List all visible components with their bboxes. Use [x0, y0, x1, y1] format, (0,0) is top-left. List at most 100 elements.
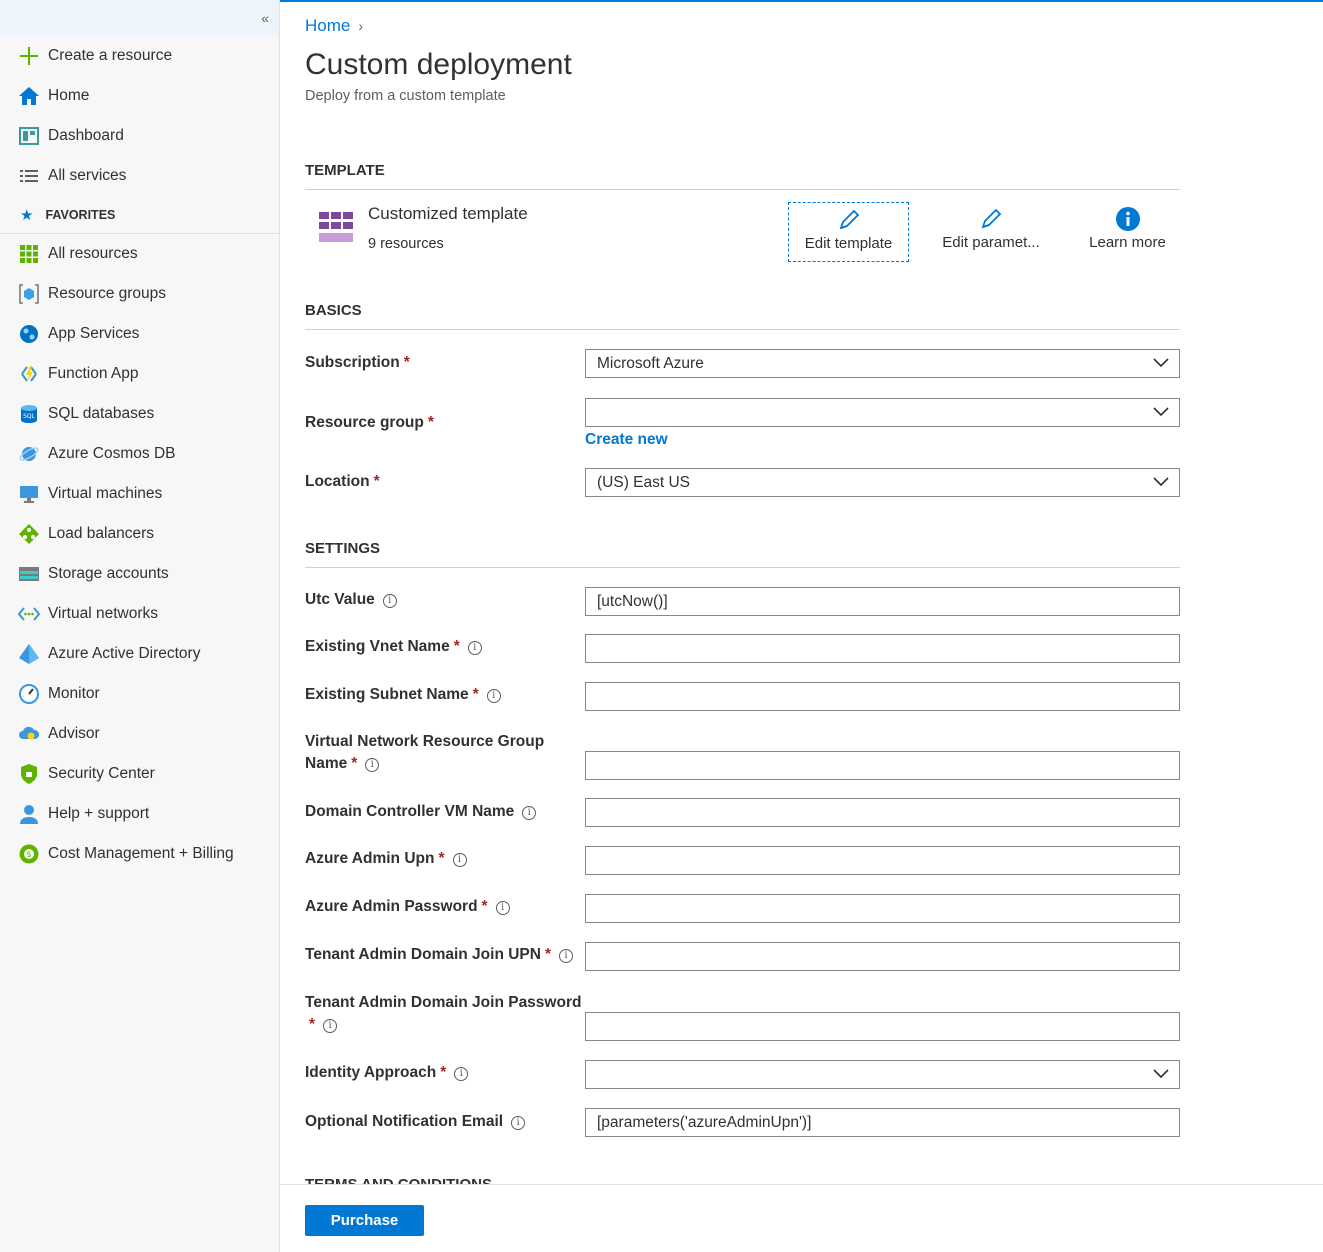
sidebar-item-virtual-networks[interactable]: Virtual networks — [0, 594, 279, 634]
sidebar-item-cosmos-db[interactable]: Azure Cosmos DB — [0, 434, 279, 474]
template-resource-count: 9 resources — [368, 236, 444, 252]
info-icon[interactable]: i — [559, 949, 573, 963]
edit-template-label: Edit template — [804, 235, 893, 252]
identity-approach-select[interactable] — [585, 1060, 1180, 1089]
footer-bar: Purchase — [280, 1184, 1323, 1252]
email-value: [parameters('azureAdminUpn')] — [597, 1114, 812, 1131]
sidebar-item-load-balancers[interactable]: Load balancers — [0, 514, 279, 554]
subscription-select[interactable]: Microsoft Azure — [585, 349, 1180, 378]
learn-more-button[interactable]: Learn more — [1070, 202, 1185, 262]
existing-subnet-name-label: Existing Subnet Name * i — [305, 684, 501, 706]
azure-admin-password-input[interactable] — [585, 894, 1180, 923]
label-text: Existing Subnet Name — [305, 686, 469, 703]
sidebar-item-app-services[interactable]: App Services — [0, 314, 279, 354]
pencil-icon — [930, 206, 1052, 234]
optional-notification-email-label: Optional Notification Email i — [305, 1111, 526, 1133]
required-asterisk: * — [427, 414, 434, 431]
list-icon — [18, 165, 40, 187]
monitor-icon — [18, 483, 40, 505]
required-asterisk: * — [481, 898, 488, 915]
shield-icon — [18, 763, 40, 785]
info-icon[interactable]: i — [382, 594, 397, 608]
sidebar-item-label: Load balancers — [48, 525, 154, 542]
sidebar-item-label: Home — [48, 87, 90, 104]
sidebar-item-label: Resource groups — [48, 285, 167, 302]
diamond-icon — [18, 523, 40, 545]
sidebar-item-label: Storage accounts — [48, 565, 169, 582]
sidebar-item-home[interactable]: Home — [0, 76, 279, 116]
tenant-admin-domain-join-upn-input[interactable] — [585, 942, 1180, 971]
pyramid-icon — [18, 643, 40, 665]
vnet-resource-group-name-label: Virtual Network Resource Group Name * i — [305, 731, 544, 775]
edit-parameters-button[interactable]: Edit paramet... — [930, 202, 1052, 262]
collapse-sidebar-icon[interactable]: « — [261, 10, 269, 26]
info-icon[interactable]: i — [454, 1067, 469, 1081]
info-icon[interactable]: i — [495, 901, 510, 915]
sidebar-item-azure-active-directory[interactable]: Azure Active Directory — [0, 634, 279, 674]
sidebar-item-security-center[interactable]: Security Center — [0, 754, 279, 794]
label-text: Utc Value — [305, 591, 375, 608]
domain-controller-vm-name-input[interactable] — [585, 798, 1180, 827]
sidebar-item-label: Monitor — [48, 685, 100, 702]
optional-notification-email-input[interactable]: [parameters('azureAdminUpn')] — [585, 1108, 1180, 1137]
existing-vnet-name-input[interactable] — [585, 634, 1180, 663]
sidebar-item-sql-databases[interactable]: SQL SQL databases — [0, 394, 279, 434]
globe-icon — [18, 323, 40, 345]
label-text: Tenant Admin Domain Join UPN — [305, 946, 541, 963]
lightning-icon — [18, 363, 40, 385]
sidebar-item-label: Security Center — [48, 765, 155, 782]
storage-icon — [18, 563, 40, 585]
chevron-down-icon — [1153, 407, 1169, 417]
info-icon[interactable]: i — [452, 853, 467, 867]
sidebar-item-all-services[interactable]: All services — [0, 156, 279, 196]
svg-text:SQL: SQL — [23, 413, 36, 420]
page-subtitle: Deploy from a custom template — [305, 88, 506, 104]
info-icon[interactable]: i — [323, 1019, 338, 1033]
sidebar-item-label: Create a resource — [48, 47, 173, 64]
terms-section-header: TERMS AND CONDITIONS — [305, 1176, 1180, 1184]
sidebar-item-dashboard[interactable]: Dashboard — [0, 116, 279, 156]
sidebar-item-help-support[interactable]: Help + support — [0, 794, 279, 834]
tenant-admin-domain-join-password-input[interactable] — [585, 1012, 1180, 1041]
favorites-header: ★ FAVORITES — [0, 196, 279, 234]
breadcrumb-home-link[interactable]: Home — [305, 16, 350, 35]
azure-admin-upn-input[interactable] — [585, 846, 1180, 875]
pencil-icon — [789, 207, 908, 235]
info-icon[interactable]: i — [522, 806, 537, 820]
purchase-button[interactable]: Purchase — [305, 1205, 424, 1236]
existing-subnet-name-input[interactable] — [585, 682, 1180, 711]
resource-group-select[interactable] — [585, 398, 1180, 427]
info-icon[interactable]: i — [486, 689, 501, 703]
sidebar-item-resource-groups[interactable]: Resource groups — [0, 274, 279, 314]
grid-icon — [18, 243, 40, 265]
sidebar-item-storage-accounts[interactable]: Storage accounts — [0, 554, 279, 594]
sidebar-item-cost-management[interactable]: $ Cost Management + Billing — [0, 834, 279, 874]
required-asterisk: * — [403, 354, 410, 371]
info-icon[interactable]: i — [467, 641, 482, 655]
required-asterisk: * — [440, 1064, 447, 1081]
vnet-resource-group-name-input[interactable] — [585, 751, 1180, 780]
svg-text:$: $ — [26, 850, 31, 859]
label-text: Azure Admin Upn — [305, 850, 435, 867]
sidebar-item-label: Help + support — [48, 805, 150, 822]
edit-parameters-label: Edit paramet... — [942, 234, 1040, 251]
resource-group-icon — [18, 283, 40, 305]
create-new-resource-group-link[interactable]: Create new — [585, 431, 668, 449]
info-icon[interactable]: i — [511, 1116, 526, 1130]
location-select[interactable]: (US) East US — [585, 468, 1180, 497]
edit-template-button[interactable]: Edit template — [788, 202, 909, 262]
utc-value-input[interactable]: [utcNow()] — [585, 587, 1180, 616]
sidebar-item-monitor[interactable]: Monitor — [0, 674, 279, 714]
sidebar-item-virtual-machines[interactable]: Virtual machines — [0, 474, 279, 514]
sidebar-item-label: Advisor — [48, 725, 100, 742]
sidebar-item-all-resources[interactable]: All resources — [0, 234, 279, 274]
sidebar-item-create-resource[interactable]: Create a resource — [0, 36, 279, 76]
chevron-down-icon — [1153, 358, 1169, 368]
sidebar-item-advisor[interactable]: Advisor — [0, 714, 279, 754]
info-icon[interactable]: i — [365, 758, 380, 772]
sidebar-item-label: Virtual networks — [48, 605, 158, 622]
sql-icon: SQL — [18, 403, 40, 425]
chevron-down-icon — [1153, 477, 1169, 487]
sidebar-item-function-app[interactable]: Function App — [0, 354, 279, 394]
sidebar-item-label: Virtual machines — [48, 485, 163, 502]
